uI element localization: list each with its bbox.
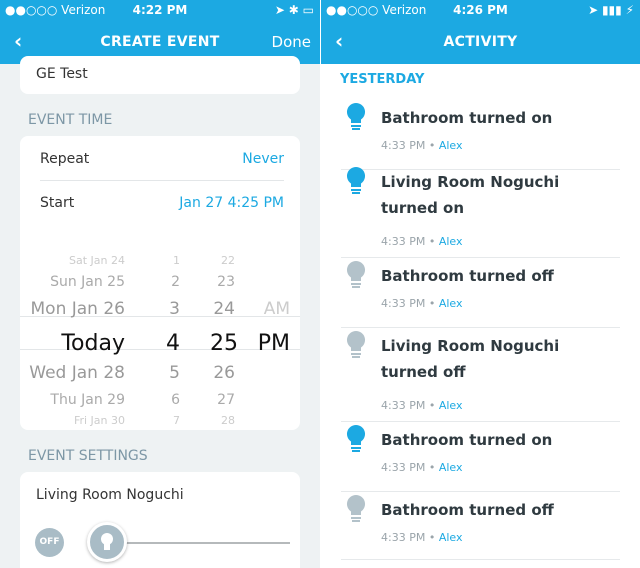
activity-item[interactable]: Living Room Noguchi turned on 4:33 PM • … — [341, 164, 620, 258]
repeat-row[interactable]: Repeat Never — [40, 151, 284, 167]
event-time-header: EVENT TIME — [28, 112, 113, 128]
activity-user-link[interactable]: Alex — [439, 531, 463, 544]
bulb-on-icon — [345, 166, 367, 200]
page-title: ACTIVITY — [443, 34, 518, 50]
start-label: Start — [40, 195, 75, 211]
activity-title: Bathroom turned on — [381, 109, 553, 127]
picker-hour-option[interactable]: 3 — [160, 299, 180, 320]
slider-thumb-bulb-icon[interactable] — [87, 522, 127, 562]
activity-item[interactable]: Living Room Noguchi turned off 4:33 PM •… — [341, 328, 620, 422]
picker-hour-option[interactable]: 5 — [160, 363, 180, 384]
picker-minute-option[interactable]: 22 — [210, 253, 235, 268]
picker-hour-option[interactable]: 1 — [160, 253, 180, 268]
repeat-label: Repeat — [40, 151, 90, 167]
bulb-off-icon — [345, 330, 367, 364]
activity-title: Living Room Noguchi turned off — [381, 337, 560, 381]
device-card: Living Room Noguchi OFF — [20, 472, 300, 568]
picker-day-option[interactable]: Fri Jan 30 — [20, 413, 125, 428]
status-bar: ●●○○○ Verizon 4:22 PM ➤ ✱ ▭ — [0, 0, 320, 20]
bulb-on-icon — [345, 102, 367, 136]
event-time-card: Repeat Never Start Jan 27 4:25 PM Sat Ja… — [20, 136, 300, 430]
activity-screen: ●●○○○ Verizon 4:26 PM ➤ ▮▮▮ ⚡ ‹ ACTIVITY… — [321, 0, 640, 568]
activity-user-link[interactable]: Alex — [439, 297, 463, 310]
activity-item[interactable]: Bathroom turned off 4:33 PM • Alex — [341, 258, 620, 328]
event-name-field[interactable]: GE Test — [36, 66, 88, 82]
picker-day-option[interactable]: Today — [20, 331, 125, 357]
activity-time: 4:33 PM — [381, 297, 426, 310]
picker-day-option[interactable]: Mon Jan 26 — [20, 299, 126, 320]
picker-minute-option[interactable]: 27 — [210, 391, 235, 409]
activity-title: Bathroom turned off — [381, 501, 554, 519]
repeat-value[interactable]: Never — [242, 151, 284, 167]
bulb-off-icon — [345, 494, 367, 528]
activity-title: Bathroom turned off — [381, 267, 554, 285]
picker-hour-option[interactable]: 7 — [160, 413, 180, 428]
activity-time: 4:33 PM — [381, 399, 426, 412]
activity-meta: 4:33 PM • Alex — [381, 297, 463, 310]
device-name: Living Room Noguchi — [36, 487, 184, 503]
activity-user-link[interactable]: Alex — [439, 235, 463, 248]
event-name-card[interactable]: GE Test — [20, 56, 300, 94]
activity-meta: 4:33 PM • Alex — [381, 531, 463, 544]
activity-title: Living Room Noguchi turned on — [381, 173, 560, 217]
bulb-on-icon — [345, 424, 367, 458]
activity-user-link[interactable]: Alex — [439, 139, 463, 152]
picker-day-option[interactable]: Sun Jan 25 — [20, 273, 125, 291]
picker-hour-option[interactable]: 6 — [160, 391, 180, 409]
activity-meta: 4:33 PM • Alex — [381, 461, 463, 474]
picker-minute-option[interactable]: 28 — [210, 413, 235, 428]
activity-time: 4:33 PM — [381, 461, 426, 474]
event-settings-header: EVENT SETTINGS — [28, 448, 148, 464]
picker-day-option[interactable]: Wed Jan 28 — [20, 363, 125, 384]
activity-item[interactable]: Bathroom turned off 4:33 PM • Alex — [341, 492, 620, 560]
activity-meta: 4:33 PM • Alex — [381, 139, 463, 152]
bulb-off-icon — [345, 260, 367, 294]
picker-hour-option[interactable]: 2 — [160, 273, 180, 291]
picker-minute-option[interactable]: 23 — [210, 273, 235, 291]
picker-ampm-option[interactable]: PM — [250, 331, 290, 357]
create-event-screen: ●●○○○ Verizon 4:22 PM ➤ ✱ ▭ ‹ CREATE EVE… — [0, 0, 320, 568]
activity-meta: 4:33 PM • Alex — [381, 235, 463, 248]
activity-time: 4:33 PM — [381, 139, 426, 152]
section-header: YESTERDAY — [340, 72, 425, 87]
status-icons: ➤ ✱ ▭ — [274, 3, 314, 17]
status-bar: ●●○○○ Verizon 4:26 PM ➤ ▮▮▮ ⚡ — [321, 0, 640, 20]
picker-minute-option[interactable]: 25 — [210, 331, 238, 357]
activity-item[interactable]: Bathroom turned on 4:33 PM • Alex — [341, 422, 620, 492]
activity-user-link[interactable]: Alex — [439, 399, 463, 412]
off-button[interactable]: OFF — [35, 528, 64, 557]
status-icons: ➤ ▮▮▮ ⚡ — [588, 3, 634, 17]
picker-minute-option[interactable]: 26 — [210, 363, 235, 384]
picker-day-option[interactable]: Sat Jan 24 — [20, 253, 125, 268]
activity-title: Bathroom turned on — [381, 431, 553, 449]
done-button[interactable]: Done — [272, 33, 311, 51]
picker-ampm-option[interactable]: AM — [250, 299, 290, 320]
activity-time: 4:33 PM — [381, 235, 426, 248]
picker-hour-option[interactable]: 4 — [160, 331, 180, 357]
activity-item[interactable]: Bathroom turned on 4:33 PM • Alex — [341, 100, 620, 170]
picker-day-option[interactable]: Thu Jan 29 — [20, 391, 125, 409]
nav-bar: ‹ ACTIVITY — [321, 20, 640, 64]
activity-user-link[interactable]: Alex — [439, 461, 463, 474]
start-value[interactable]: Jan 27 4:25 PM — [179, 195, 284, 211]
picker-minute-option[interactable]: 24 — [210, 299, 235, 320]
activity-meta: 4:33 PM • Alex — [381, 399, 463, 412]
start-row[interactable]: Start Jan 27 4:25 PM — [40, 195, 284, 211]
clock: 4:22 PM — [132, 3, 188, 17]
activity-time: 4:33 PM — [381, 531, 426, 544]
